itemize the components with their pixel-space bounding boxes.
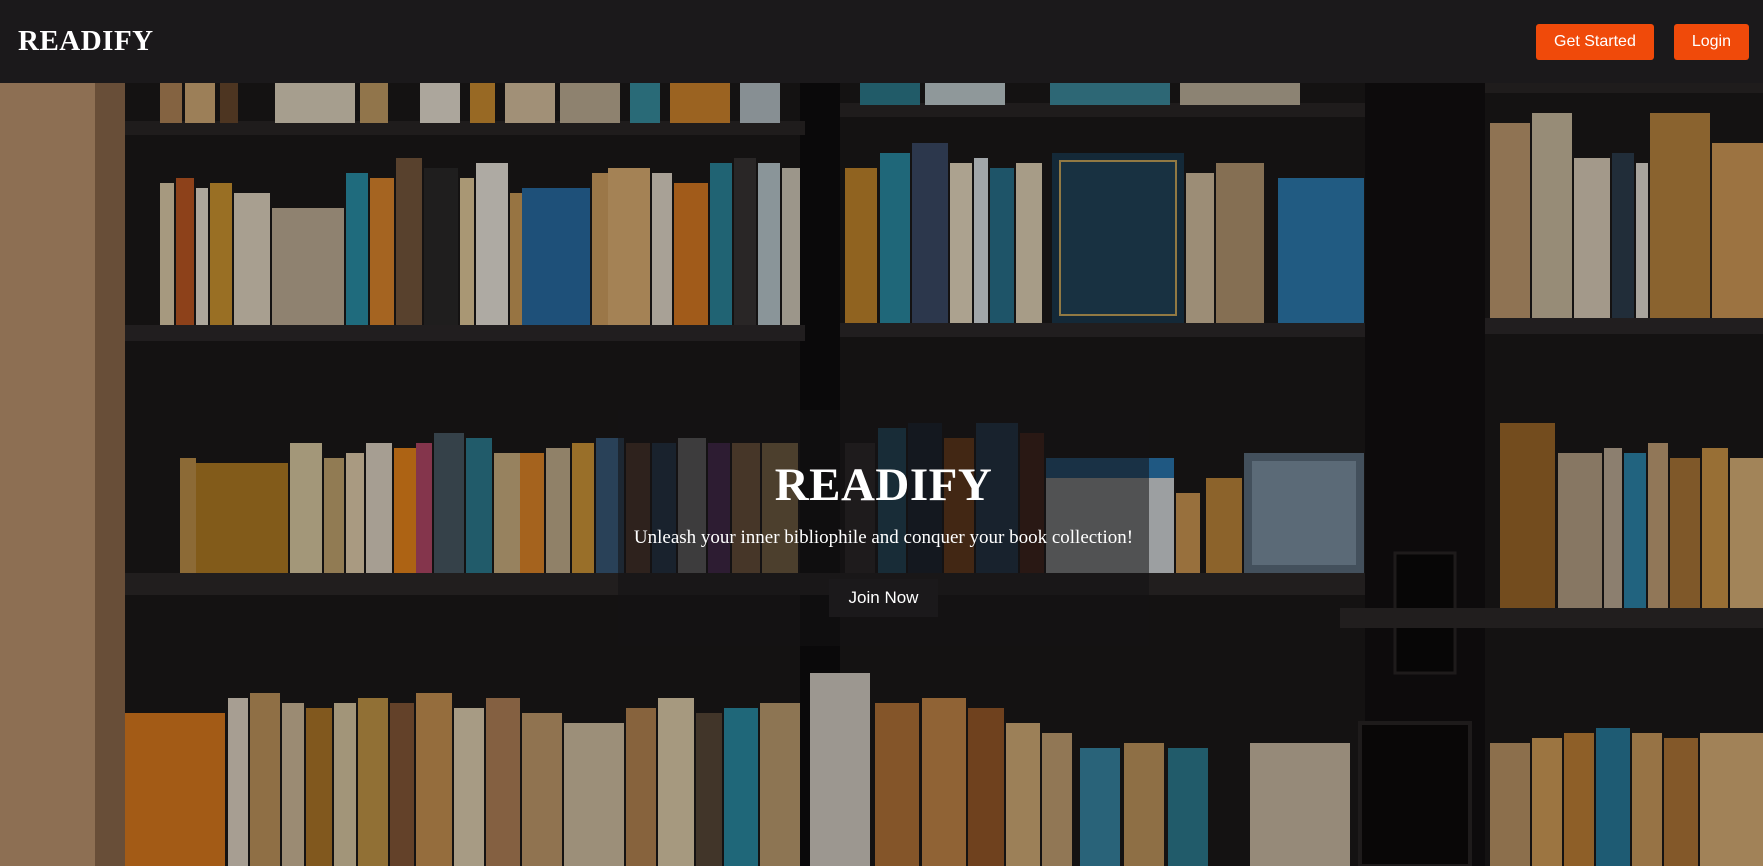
- hero-title: READIFY: [774, 459, 993, 511]
- hero-card: READIFY Unleash your inner bibliophile a…: [618, 410, 1149, 646]
- hero-subtitle: Unleash your inner bibliophile and conqu…: [633, 527, 1134, 548]
- navbar: READIFY Get Started Login: [0, 0, 1763, 83]
- hero-section: READIFY Unleash your inner bibliophile a…: [0, 83, 1763, 866]
- brand-logo[interactable]: READIFY: [18, 25, 154, 58]
- login-button[interactable]: Login: [1673, 23, 1749, 60]
- get-started-button[interactable]: Get Started: [1536, 23, 1654, 60]
- nav-actions: Get Started Login: [1536, 23, 1749, 60]
- join-now-button[interactable]: Join Now: [828, 579, 939, 617]
